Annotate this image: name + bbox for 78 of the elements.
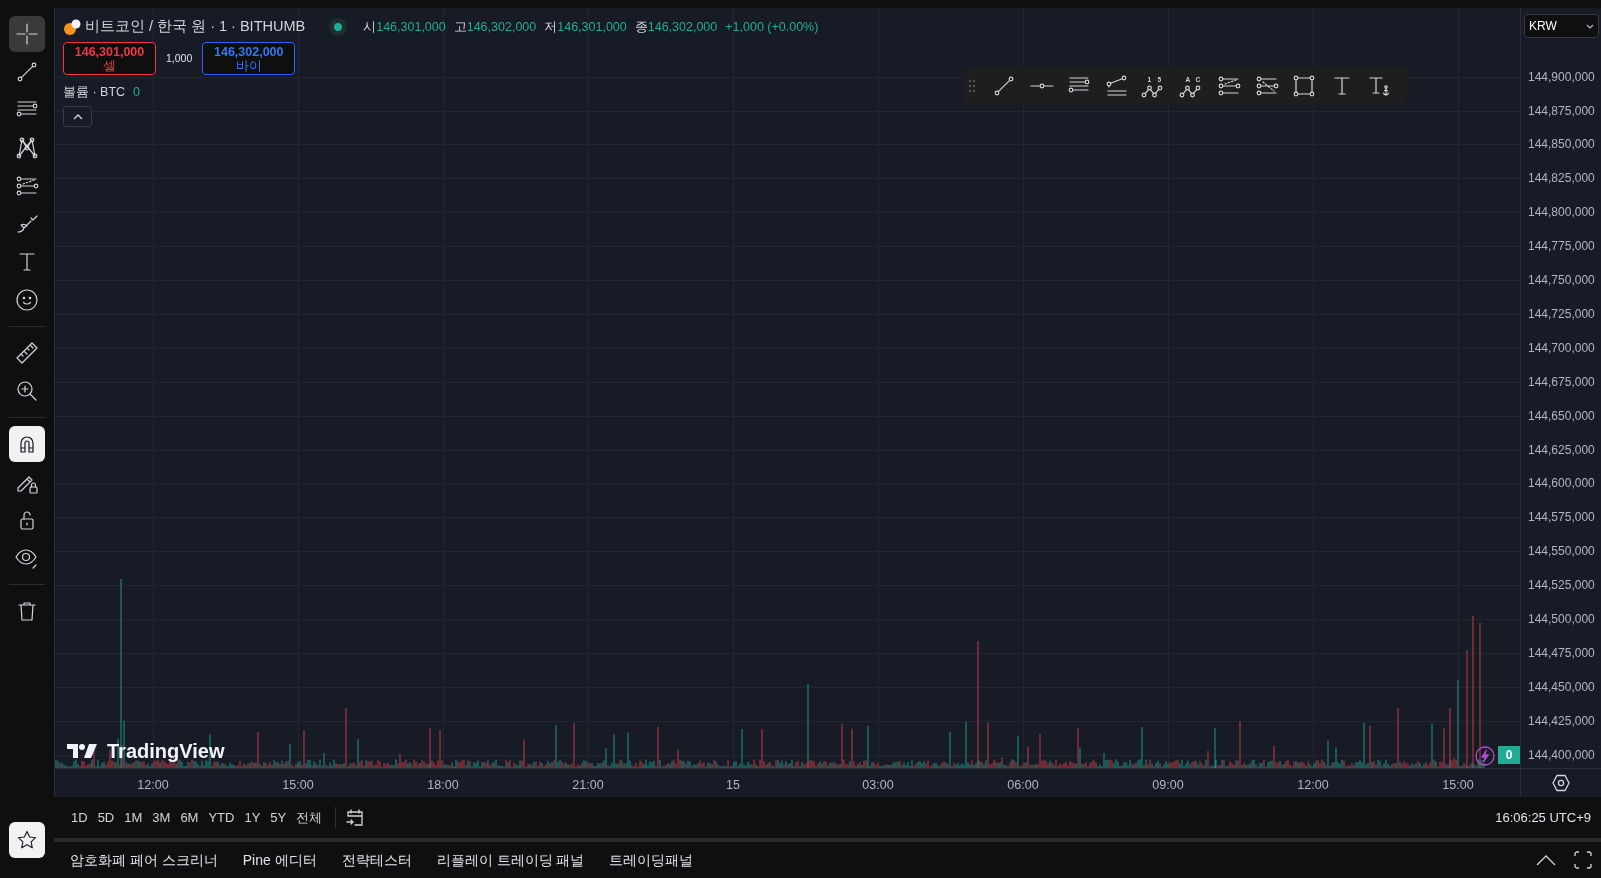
magnet-tool[interactable]: [9, 426, 45, 462]
price-label: 144,600,000: [1528, 476, 1595, 491]
ohlc-value: 고146,302,000: [453, 18, 537, 36]
panel-tab[interactable]: 트레이딩패널: [599, 845, 704, 875]
clock-text: 16:06:25 UTC+9: [1495, 808, 1591, 827]
volume-label[interactable]: 볼륨 · BTC: [63, 83, 126, 102]
range-button[interactable]: 5Y: [265, 805, 292, 830]
maximize-button[interactable]: [1573, 850, 1593, 870]
price-label: 144,800,000: [1528, 205, 1595, 220]
range-button[interactable]: 5D: [92, 805, 120, 830]
volume-value: 0: [133, 84, 141, 101]
price-label: 144,425,000: [1528, 713, 1595, 728]
time-label: 09:00: [1152, 777, 1184, 794]
price-label: 144,550,000: [1528, 544, 1595, 559]
price-label: 144,625,000: [1528, 442, 1595, 457]
panel-tab[interactable]: 전략테스터: [331, 845, 422, 875]
range-button[interactable]: YTD: [203, 805, 240, 830]
brand-text: TradingView: [107, 739, 225, 764]
price-label: 144,700,000: [1528, 340, 1595, 355]
price-label: 144,650,000: [1528, 408, 1595, 423]
price-label: 144,725,000: [1528, 306, 1595, 321]
favorites-button[interactable]: [9, 822, 45, 858]
chevron-down-icon: [1586, 23, 1594, 29]
sell-button[interactable]: 146,301,000 셀: [63, 42, 156, 75]
panel-tab[interactable]: 리플레이 트레이딩 패널: [426, 845, 595, 875]
price-label: 144,575,000: [1528, 510, 1595, 525]
collapse-legend-button[interactable]: [63, 105, 92, 127]
chevron-up-icon: [1535, 853, 1557, 867]
ohlc-value: 종146,302,000: [634, 18, 718, 36]
range-button[interactable]: 6M: [175, 805, 204, 830]
price-label: 144,525,000: [1528, 578, 1595, 593]
logo-icon: [67, 742, 99, 760]
range-button[interactable]: 3M: [147, 805, 176, 830]
price-label: 144,900,000: [1528, 69, 1595, 84]
panel-tab[interactable]: 암호화폐 페어 스크리너: [60, 845, 228, 875]
lightning-icon[interactable]: [1475, 746, 1495, 766]
time-label: 12:00: [137, 777, 169, 794]
change-value: +1,000 (+0.00%): [725, 18, 819, 36]
price-label: 144,750,000: [1528, 273, 1595, 287]
price-label: 144,775,000: [1528, 239, 1595, 254]
price-label: 144,850,000: [1528, 137, 1595, 152]
crosshair-tool[interactable]: [9, 16, 45, 52]
time-label: 15:00: [282, 777, 314, 794]
ohlc-value: 저 146,301,000: [544, 18, 627, 36]
spread-value: 1,000: [165, 50, 194, 66]
price-label: 144,400,000: [1528, 747, 1595, 762]
maximize-icon: [1573, 850, 1593, 870]
collapse-panel-button[interactable]: [1535, 853, 1557, 867]
price-label: 144,675,000: [1528, 374, 1595, 389]
price-label: 144,450,000: [1528, 679, 1595, 694]
price-label: 144,825,000: [1528, 171, 1595, 186]
range-button[interactable]: 1D: [66, 805, 93, 830]
chevron-up-icon: [72, 112, 83, 120]
settings-button[interactable]: [1551, 773, 1571, 793]
symbol-title[interactable]: 비트코인 / 한국 원 · 1 · BITHUMB: [85, 16, 306, 38]
time-label: 21:00: [572, 777, 604, 794]
time-label: 18:00: [427, 777, 459, 794]
time-label: 06:00: [1007, 777, 1039, 794]
price-label: 144,875,000: [1528, 103, 1595, 118]
time-label: 12:00: [1297, 777, 1329, 794]
coin-icon: [63, 18, 81, 36]
time-label: 03:00: [862, 777, 894, 794]
time-label: 15:00: [1442, 777, 1474, 794]
horizontal-ray-icon: [1029, 82, 1054, 89]
drag-handle-icon[interactable]: [968, 78, 976, 93]
time-label: 15: [726, 777, 740, 794]
emoji-icon: [13, 286, 41, 314]
price-label: 144,500,000: [1528, 612, 1595, 626]
currency-select[interactable]: KRW: [1524, 14, 1599, 38]
panel-tab[interactable]: Pine 에디터: [232, 845, 327, 875]
price-label: 144,475,000: [1528, 645, 1595, 660]
buy-button[interactable]: 146,302,000 바이: [202, 42, 296, 75]
price-badge: 0: [1498, 746, 1520, 764]
ohlc-value: 시 146,301,000: [363, 18, 446, 36]
range-button[interactable]: 전체: [291, 805, 328, 830]
range-button[interactable]: 1Y: [239, 805, 266, 830]
range-button[interactable]: 1M: [119, 805, 148, 830]
settings-icon: [1551, 773, 1571, 793]
